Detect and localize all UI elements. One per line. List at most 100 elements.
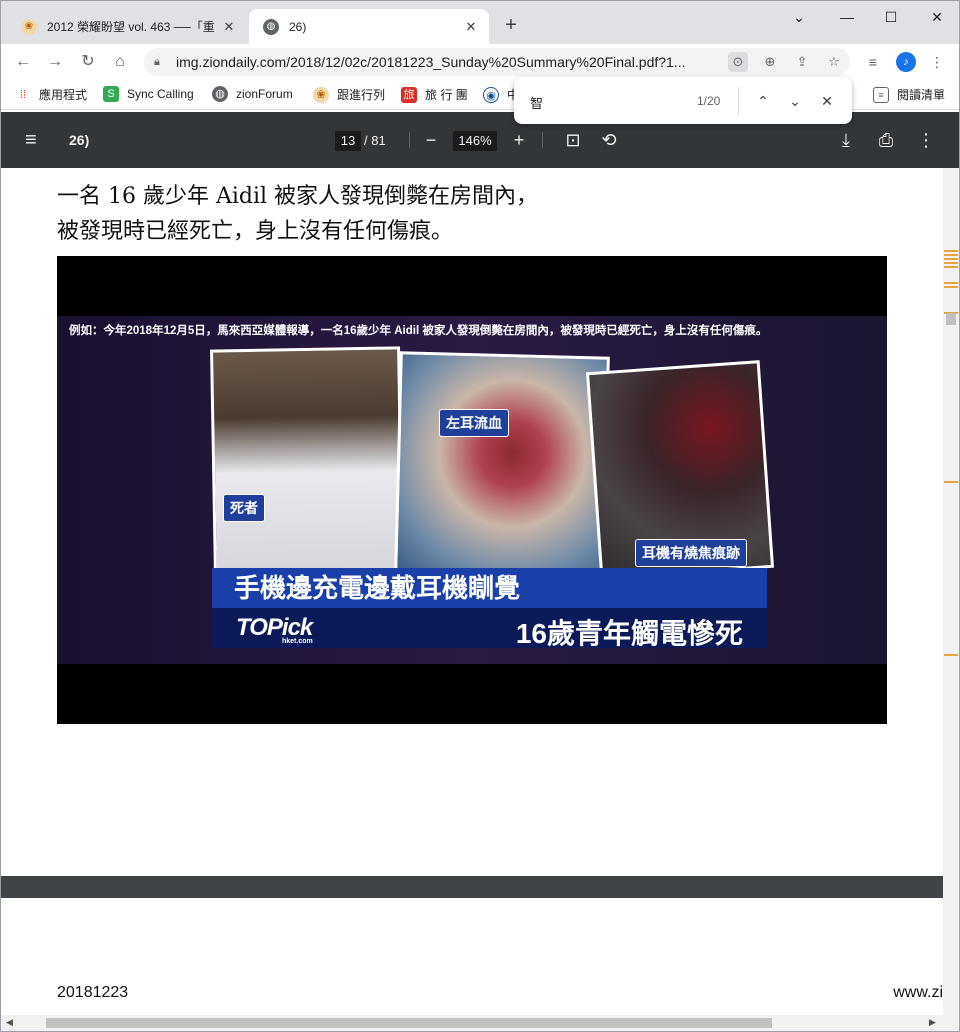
bookmark-label: 閱讀清單 — [897, 88, 946, 102]
page-number-input[interactable]: 13 — [335, 131, 361, 151]
bookmark-label: 旅 行 團 — [425, 88, 468, 102]
more-options-icon[interactable]: ⋮ — [914, 128, 938, 152]
hamburger-menu-icon[interactable]: ≡ — [25, 130, 37, 150]
logo-text: TOPick — [236, 614, 313, 641]
find-divider — [738, 87, 739, 115]
bookmark-zionforum[interactable]: ◍ zionForum — [212, 86, 293, 102]
browser-toolbar: ← → ↻ ⌂ 🔒︎ img.ziondaily.com/2018/12/02c… — [1, 44, 959, 80]
forward-icon[interactable]: → — [43, 50, 67, 74]
browser-window: ❀ 2012 榮耀盼望 vol. 463 ──「重 ✕ ◍ 26) ✕ + ⌄ … — [0, 0, 960, 1032]
label-left-ear-bleeding: 左耳流血 — [439, 409, 509, 437]
globe-icon: ◍ — [212, 86, 228, 102]
site-favicon-icon: ❀ — [313, 86, 329, 103]
label-deceased: 死者 — [223, 494, 265, 522]
horizontal-scrollbar[interactable]: ◀ ▶ — [1, 1015, 959, 1031]
minimize-button[interactable]: — — [827, 5, 867, 29]
apps-grid-icon: ⁞⁞ — [19, 88, 27, 101]
tab-close-icon[interactable]: ✕ — [219, 19, 239, 35]
scrollbar-thumb[interactable] — [46, 1018, 772, 1028]
find-input[interactable]: 智 — [530, 93, 543, 112]
reading-list-button[interactable]: ≡ 閱讀清單 — [873, 86, 945, 103]
page-footer-date: 20181223 — [57, 984, 129, 1001]
image-headline: 手機邊充電邊戴耳機瞓覺 — [212, 568, 767, 608]
page-total: / 81 — [364, 133, 386, 148]
image-subheadline: 16歲青年觸電慘死 — [515, 618, 743, 649]
zoom-input[interactable]: 146% — [453, 131, 497, 151]
find-marker — [944, 654, 958, 656]
home-icon[interactable]: ⌂ — [108, 50, 132, 74]
find-match-count: 1/20 — [697, 94, 721, 108]
image-top-caption: 例如：今年2018年12月5日，馬來西亞媒體報導，一名16歲少年 Aidil 被… — [69, 325, 768, 337]
zoom-icon[interactable]: ⊕ — [760, 52, 780, 72]
bookmark-tour[interactable]: 旅 旅 行 團 — [401, 86, 468, 103]
find-marker — [944, 258, 958, 260]
reading-list-icon[interactable]: ≡ — [863, 52, 883, 72]
page-separator — [1, 876, 943, 898]
news-screenshot-image: 例如：今年2018年12月5日，馬來西亞媒體報導，一名16歲少年 Aidil 被… — [57, 256, 887, 724]
find-marker — [944, 286, 958, 288]
find-marker — [944, 266, 958, 268]
fit-page-icon[interactable]: ⊡ — [561, 128, 585, 152]
reading-list-icon: ≡ — [873, 86, 889, 103]
tab-search-icon[interactable]: ⌄ — [779, 5, 819, 29]
maximize-button[interactable]: ☐ — [871, 5, 911, 29]
find-in-page-icon[interactable]: ⊙ — [728, 52, 748, 72]
bookmark-sync-calling[interactable]: S Sync Calling — [103, 86, 194, 102]
tab-title: 2012 榮耀盼望 vol. 463 ──「重 — [47, 20, 215, 34]
label-burned-earphone: 耳機有燒焦痕跡 — [635, 539, 747, 567]
url-text[interactable]: img.ziondaily.com/2018/12/02c/20181223_S… — [176, 54, 716, 70]
toolbar-divider — [542, 132, 543, 148]
find-close-icon[interactable]: ✕ — [815, 89, 839, 113]
print-icon[interactable]: ⎙ — [874, 128, 898, 152]
pdf-title: 26) — [69, 132, 90, 148]
scrollbar-thumb[interactable] — [946, 313, 956, 325]
zoom-out-icon[interactable]: − — [419, 128, 443, 152]
vertical-scrollbar[interactable] — [943, 168, 959, 1017]
tour-icon: 旅 — [401, 86, 417, 103]
tab-active[interactable]: ◍ 26) ✕ — [249, 9, 489, 44]
bookmark-apps[interactable]: ⁞⁞ 應用程式 — [15, 86, 87, 103]
page-footer-url: www.zi — [893, 984, 943, 1001]
scroll-left-icon[interactable]: ◀ — [6, 1017, 13, 1028]
tab-title: 26) — [289, 19, 307, 34]
topick-logo: TOPick hket.com — [236, 614, 313, 645]
profile-avatar[interactable]: ♪ — [896, 52, 916, 72]
reload-icon[interactable]: ↻ — [76, 50, 100, 74]
bookmark-star-icon[interactable]: ☆ — [824, 52, 844, 72]
site-favicon-icon: ❀ — [21, 18, 37, 35]
back-icon[interactable]: ← — [11, 50, 35, 74]
share-icon[interactable]: ⇪ — [792, 52, 812, 72]
bookmark-label: zionForum — [236, 87, 293, 101]
new-tab-button[interactable]: + — [501, 14, 521, 37]
find-marker — [944, 282, 958, 284]
find-marker — [944, 250, 958, 252]
image-subheadline-bar: TOPick hket.com 16歲青年觸電慘死 — [212, 608, 767, 649]
tab-inactive[interactable]: ❀ 2012 榮耀盼望 vol. 463 ──「重 ✕ — [7, 9, 247, 44]
emblem-icon: ◉ — [483, 86, 499, 103]
download-icon[interactable]: ⤓ — [834, 128, 858, 152]
pdf-page: 20181223 www.zi — [1, 898, 943, 1017]
rotate-icon[interactable]: ⟲ — [597, 128, 621, 152]
find-bar: 智 1/20 ⌃ ⌄ ✕ — [514, 77, 852, 124]
find-previous-icon[interactable]: ⌃ — [751, 89, 775, 113]
lock-icon[interactable]: 🔒︎ — [154, 56, 168, 69]
pdf-page: 一名 16 歲少年 Aidil 被家人發現倒斃在房間內， 被發現時已經死亡，身上… — [1, 168, 943, 876]
find-marker — [944, 262, 958, 264]
zoom-in-icon[interactable]: + — [507, 128, 531, 152]
bookmark-label: 跟進行列 — [337, 88, 386, 102]
pdf-viewer[interactable]: 一名 16 歲少年 Aidil 被家人發現倒斃在房間內， 被發現時已經死亡，身上… — [1, 168, 959, 1017]
find-next-icon[interactable]: ⌄ — [783, 89, 807, 113]
bookmark-follow-up[interactable]: ❀ 跟進行列 — [313, 86, 385, 103]
find-marker — [944, 481, 958, 483]
address-bar[interactable]: 🔒︎ img.ziondaily.com/2018/12/02c/2018122… — [144, 48, 850, 76]
bookmark-label: 應用程式 — [39, 88, 88, 102]
bookmark-label: Sync Calling — [127, 87, 194, 101]
menu-kebab-icon[interactable]: ⋮ — [927, 52, 947, 72]
scroll-right-icon[interactable]: ▶ — [929, 1017, 936, 1028]
toolbar-divider — [409, 132, 410, 148]
tab-strip: ❀ 2012 榮耀盼望 vol. 463 ──「重 ✕ ◍ 26) ✕ + ⌄ … — [1, 1, 959, 44]
body-text-line: 被發現時已經死亡，身上沒有任何傷痕。 — [57, 219, 454, 244]
close-window-button[interactable]: ✕ — [917, 5, 957, 29]
photo-panel-ear — [394, 351, 610, 577]
tab-close-icon[interactable]: ✕ — [461, 19, 481, 35]
